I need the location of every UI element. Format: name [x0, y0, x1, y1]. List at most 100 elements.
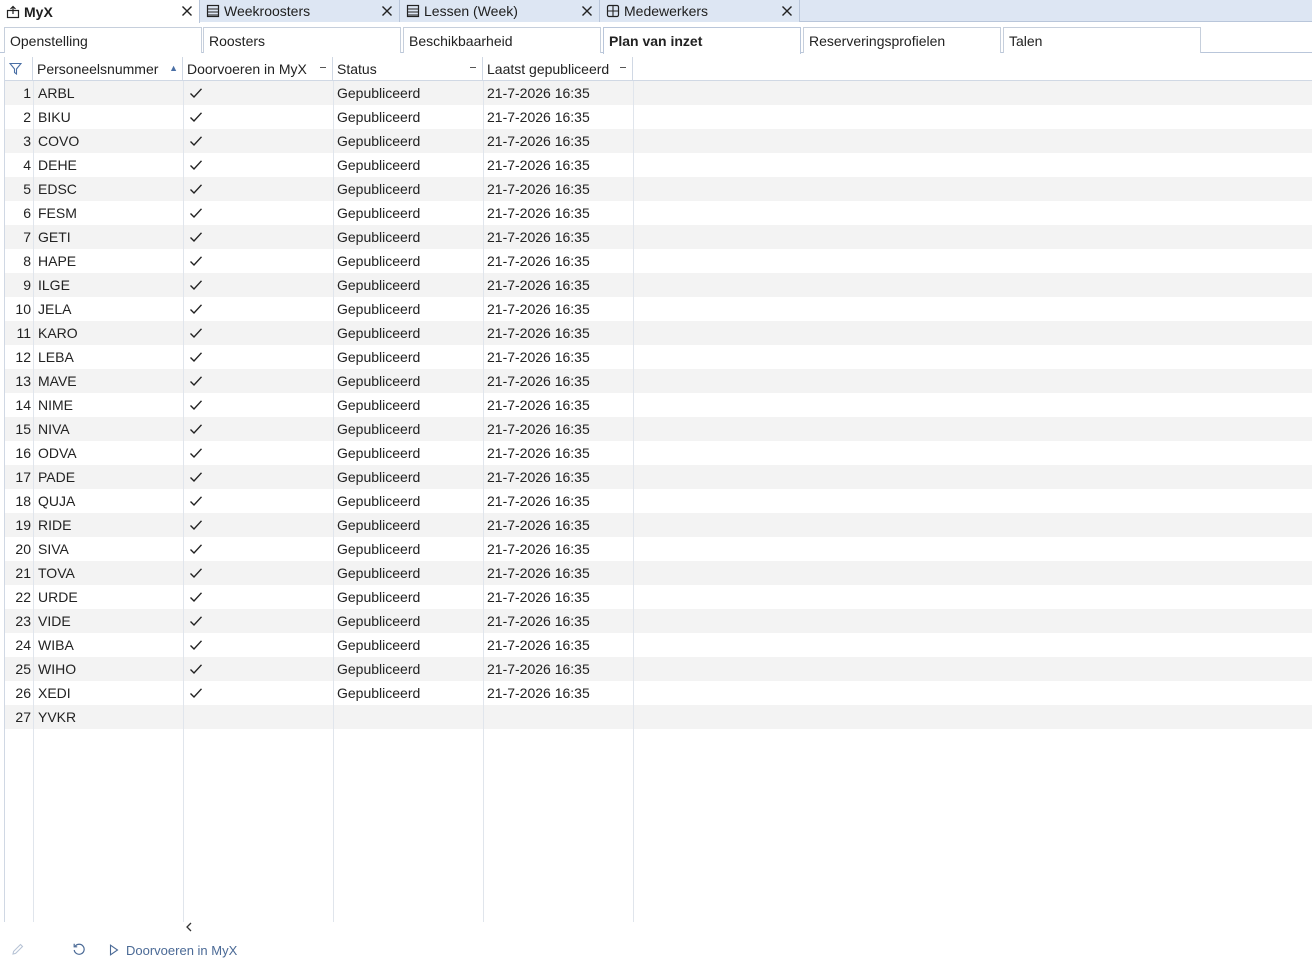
personeelsnummer-cell[interactable]: HAPE — [37, 249, 76, 273]
doorvoeren-checkbox[interactable] — [187, 681, 203, 705]
close-icon[interactable] — [179, 3, 195, 19]
personeelsnummer-cell[interactable]: JELA — [37, 297, 71, 321]
tab-roosters[interactable]: Roosters — [203, 27, 401, 53]
column-header-doorvoeren[interactable]: Doorvoeren in MyX — [183, 57, 333, 81]
doc-tab-lessen-week[interactable]: Lessen (Week) — [400, 0, 600, 22]
tab-beschikbaarheid[interactable]: Beschikbaarheid — [403, 27, 601, 53]
table-row[interactable]: 8 HAPE Gepubliceerd 21-7-2026 16:35 — [5, 249, 1312, 273]
doc-tab-myx[interactable]: MyX — [0, 0, 200, 23]
close-icon[interactable] — [579, 3, 595, 19]
doorvoeren-checkbox[interactable] — [187, 273, 203, 297]
table-row[interactable]: 9 ILGE Gepubliceerd 21-7-2026 16:35 — [5, 273, 1312, 297]
doorvoeren-checkbox[interactable] — [187, 585, 203, 609]
table-row[interactable]: 23 VIDE Gepubliceerd 21-7-2026 16:35 — [5, 609, 1312, 633]
table-row[interactable]: 12 LEBA Gepubliceerd 21-7-2026 16:35 — [5, 345, 1312, 369]
table-row[interactable]: 24 WIBA Gepubliceerd 21-7-2026 16:35 — [5, 633, 1312, 657]
table-row[interactable]: 4 DEHE Gepubliceerd 21-7-2026 16:35 — [5, 153, 1312, 177]
doorvoeren-checkbox[interactable] — [187, 153, 203, 177]
personeelsnummer-cell[interactable]: COVO — [37, 129, 79, 153]
personeelsnummer-cell[interactable]: ODVA — [37, 441, 77, 465]
tab-reserveringsprofielen[interactable]: Reserveringsprofielen — [803, 27, 1001, 53]
personeelsnummer-cell[interactable]: NIME — [37, 393, 73, 417]
personeelsnummer-cell[interactable]: XEDI — [37, 681, 71, 705]
doorvoeren-checkbox[interactable] — [187, 633, 203, 657]
table-row[interactable]: 7 GETI Gepubliceerd 21-7-2026 16:35 — [5, 225, 1312, 249]
table-row[interactable]: 3 COVO Gepubliceerd 21-7-2026 16:35 — [5, 129, 1312, 153]
personeelsnummer-cell[interactable]: ARBL — [37, 81, 75, 105]
table-row[interactable]: 1 ARBL Gepubliceerd 21-7-2026 16:35 — [5, 81, 1312, 105]
personeelsnummer-cell[interactable]: VIDE — [37, 609, 71, 633]
personeelsnummer-cell[interactable]: WIBA — [37, 633, 74, 657]
personeelsnummer-cell[interactable]: WIHO — [37, 657, 76, 681]
personeelsnummer-cell[interactable]: BIKU — [37, 105, 71, 129]
doorvoeren-checkbox[interactable] — [187, 81, 203, 105]
doorvoeren-checkbox[interactable] — [187, 705, 189, 729]
table-row[interactable]: 10 JELA Gepubliceerd 21-7-2026 16:35 — [5, 297, 1312, 321]
table-row[interactable]: 16 ODVA Gepubliceerd 21-7-2026 16:35 — [5, 441, 1312, 465]
edit-button[interactable] — [11, 941, 25, 959]
table-row[interactable]: 21 TOVA Gepubliceerd 21-7-2026 16:35 — [5, 561, 1312, 585]
table-row[interactable]: 2 BIKU Gepubliceerd 21-7-2026 16:35 — [5, 105, 1312, 129]
doc-tab-medewerkers[interactable]: Medewerkers — [600, 0, 800, 22]
doorvoeren-checkbox[interactable] — [187, 465, 203, 489]
table-row[interactable]: 11 KARO Gepubliceerd 21-7-2026 16:35 — [5, 321, 1312, 345]
doorvoeren-checkbox[interactable] — [187, 369, 203, 393]
personeelsnummer-cell[interactable]: MAVE — [37, 369, 77, 393]
push-to-myx-button[interactable]: Doorvoeren in MyX — [109, 941, 237, 959]
personeelsnummer-cell[interactable]: KARO — [37, 321, 78, 345]
personeelsnummer-cell[interactable]: YVKR — [37, 705, 76, 729]
doorvoeren-checkbox[interactable] — [187, 561, 203, 585]
doorvoeren-checkbox[interactable] — [187, 657, 203, 681]
close-icon[interactable] — [779, 3, 795, 19]
doorvoeren-checkbox[interactable] — [187, 537, 203, 561]
personeelsnummer-cell[interactable]: GETI — [37, 225, 71, 249]
scroll-left-icon[interactable] — [184, 920, 194, 934]
doorvoeren-checkbox[interactable] — [187, 513, 203, 537]
doorvoeren-checkbox[interactable] — [187, 393, 203, 417]
table-row[interactable]: 6 FESM Gepubliceerd 21-7-2026 16:35 — [5, 201, 1312, 225]
doorvoeren-checkbox[interactable] — [187, 321, 203, 345]
table-row[interactable]: 22 URDE Gepubliceerd 21-7-2026 16:35 — [5, 585, 1312, 609]
personeelsnummer-cell[interactable]: PADE — [37, 465, 75, 489]
personeelsnummer-cell[interactable]: SIVA — [37, 537, 69, 561]
doorvoeren-checkbox[interactable] — [187, 249, 203, 273]
tab-plan-van-inzet[interactable]: Plan van inzet — [603, 27, 801, 54]
table-row[interactable]: 18 QUJA Gepubliceerd 21-7-2026 16:35 — [5, 489, 1312, 513]
personeelsnummer-cell[interactable]: RIDE — [37, 513, 71, 537]
doorvoeren-checkbox[interactable] — [187, 105, 203, 129]
table-row[interactable]: 25 WIHO Gepubliceerd 21-7-2026 16:35 — [5, 657, 1312, 681]
personeelsnummer-cell[interactable]: TOVA — [37, 561, 75, 585]
doorvoeren-checkbox[interactable] — [187, 345, 203, 369]
close-icon[interactable] — [379, 3, 395, 19]
doc-tab-weekroosters[interactable]: Weekroosters — [200, 0, 400, 22]
table-row[interactable]: 26 XEDI Gepubliceerd 21-7-2026 16:35 — [5, 681, 1312, 705]
personeelsnummer-cell[interactable]: URDE — [37, 585, 78, 609]
personeelsnummer-cell[interactable]: ILGE — [37, 273, 70, 297]
doorvoeren-checkbox[interactable] — [187, 297, 203, 321]
personeelsnummer-cell[interactable]: NIVA — [37, 417, 70, 441]
doorvoeren-checkbox[interactable] — [187, 129, 203, 153]
filter-icon[interactable] — [8, 62, 23, 78]
doorvoeren-checkbox[interactable] — [187, 417, 203, 441]
tab-talen[interactable]: Talen — [1003, 27, 1201, 53]
doorvoeren-checkbox[interactable] — [187, 201, 203, 225]
doorvoeren-checkbox[interactable] — [187, 177, 203, 201]
tab-openstelling[interactable]: Openstelling — [4, 27, 202, 53]
doorvoeren-checkbox[interactable] — [187, 609, 203, 633]
personeelsnummer-cell[interactable]: DEHE — [37, 153, 77, 177]
table-row[interactable]: 13 MAVE Gepubliceerd 21-7-2026 16:35 — [5, 369, 1312, 393]
table-row[interactable]: 5 EDSC Gepubliceerd 21-7-2026 16:35 — [5, 177, 1312, 201]
personeelsnummer-cell[interactable]: QUJA — [37, 489, 75, 513]
table-row[interactable]: 14 NIME Gepubliceerd 21-7-2026 16:35 — [5, 393, 1312, 417]
doorvoeren-checkbox[interactable] — [187, 441, 203, 465]
table-row[interactable]: 27 YVKR — [5, 705, 1312, 729]
column-header-personeelsnummer[interactable]: Personeelsnummer ▲ — [33, 57, 183, 81]
column-header-status[interactable]: Status — [333, 57, 483, 81]
column-header-laatst-gepubliceerd[interactable]: Laatst gepubliceerd — [483, 57, 633, 81]
doorvoeren-checkbox[interactable] — [187, 489, 203, 513]
table-row[interactable]: 19 RIDE Gepubliceerd 21-7-2026 16:35 — [5, 513, 1312, 537]
personeelsnummer-cell[interactable]: FESM — [37, 201, 77, 225]
personeelsnummer-cell[interactable]: LEBA — [37, 345, 74, 369]
table-row[interactable]: 20 SIVA Gepubliceerd 21-7-2026 16:35 — [5, 537, 1312, 561]
table-row[interactable]: 15 NIVA Gepubliceerd 21-7-2026 16:35 — [5, 417, 1312, 441]
